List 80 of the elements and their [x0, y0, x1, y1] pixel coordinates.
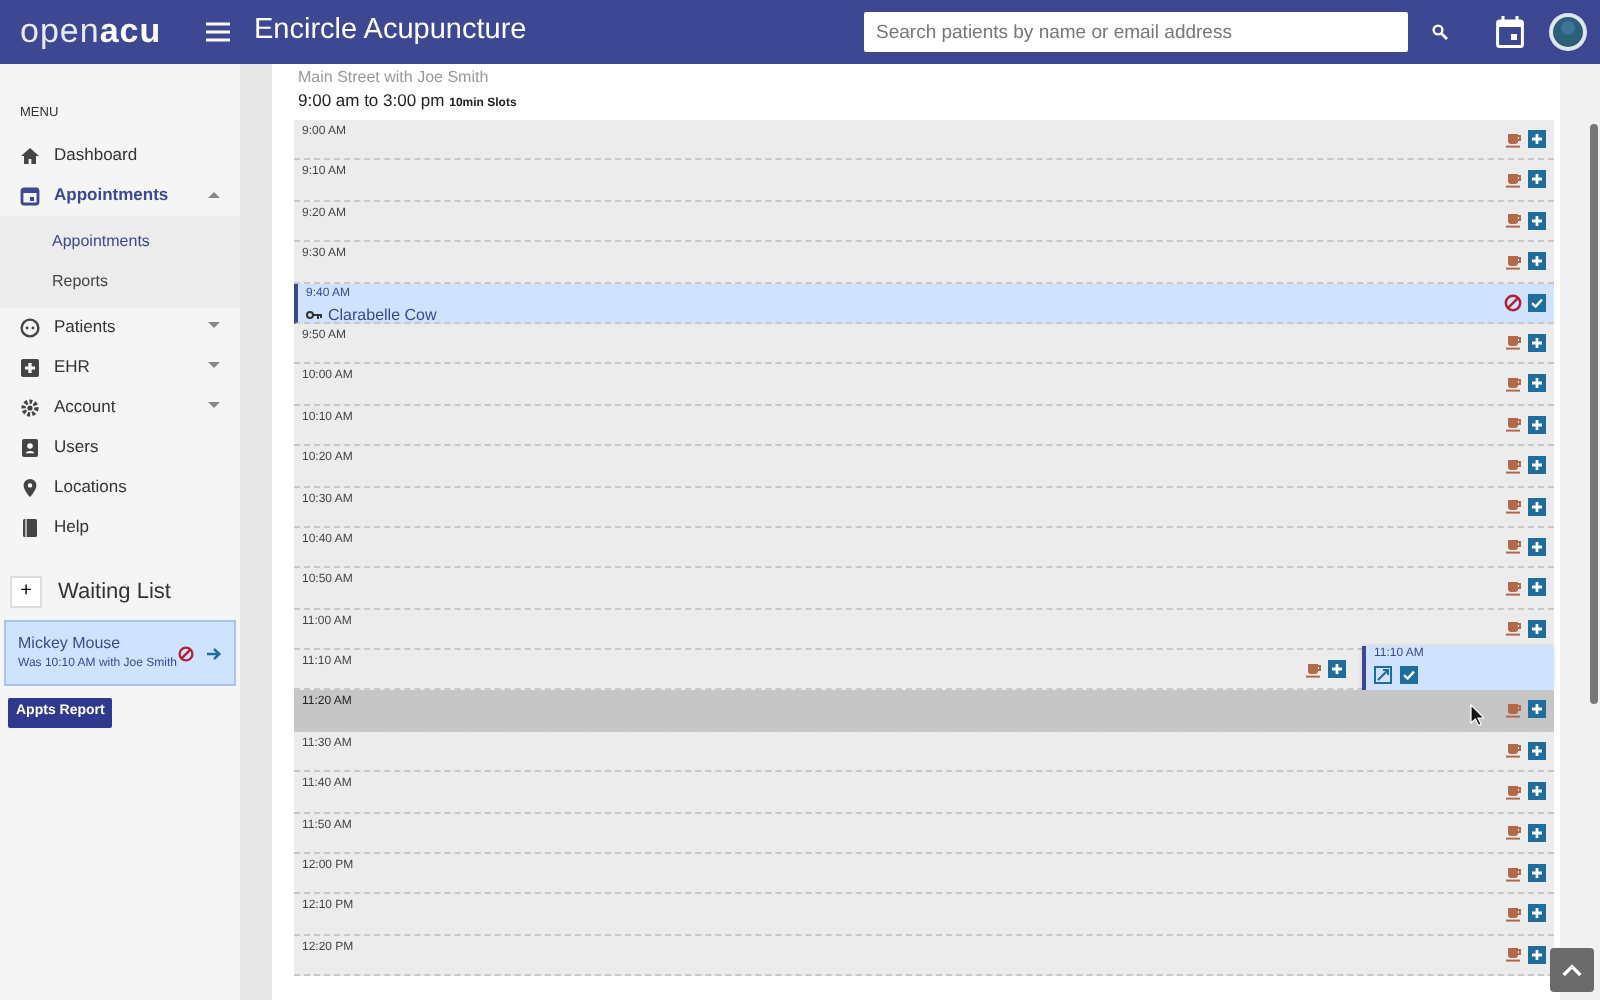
- chevron-up-icon: [1562, 962, 1582, 978]
- coffee-cup-icon[interactable]: [1506, 212, 1522, 229]
- app-logo[interactable]: openacu: [0, 6, 200, 58]
- coffee-cup-icon[interactable]: [1506, 416, 1522, 433]
- coffee-cup-icon[interactable]: [1306, 661, 1322, 678]
- coffee-cup-icon[interactable]: [1506, 253, 1522, 270]
- patient-name: Mickey Mouse: [18, 632, 123, 657]
- sidebar-item[interactable]: Users: [0, 427, 240, 468]
- add-appointment-icon[interactable]: [1528, 252, 1546, 271]
- add-appointment-icon[interactable]: [1528, 415, 1546, 434]
- add-button[interactable]: +: [10, 576, 42, 608]
- map-pin-icon: [20, 477, 40, 498]
- coffee-cup-icon[interactable]: [1506, 946, 1522, 963]
- gear-icon: [20, 397, 40, 418]
- add-appointment-icon[interactable]: [1528, 700, 1546, 719]
- add-appointment-icon[interactable]: [1528, 904, 1546, 923]
- add-appointment-icon[interactable]: [1528, 619, 1546, 638]
- sidebar-item[interactable]: Patients: [0, 307, 240, 348]
- coffee-cup-icon[interactable]: [1506, 538, 1522, 555]
- search-icon[interactable]: [1432, 24, 1448, 40]
- book-icon: [20, 517, 40, 538]
- coffee-cup-icon[interactable]: [1506, 131, 1522, 147]
- cancel-icon[interactable]: [1504, 293, 1522, 312]
- add-appointment-icon[interactable]: [1528, 537, 1546, 556]
- add-appointment-icon[interactable]: [1528, 945, 1546, 964]
- add-appointment-icon[interactable]: [1528, 170, 1546, 189]
- coffee-cup-icon[interactable]: [1506, 865, 1522, 882]
- coffee-cup-icon[interactable]: [1506, 579, 1522, 596]
- checkbox[interactable]: [1528, 293, 1546, 312]
- add-appointment-icon[interactable]: [1528, 864, 1546, 883]
- reschedule-icon[interactable]: [1374, 666, 1392, 685]
- add-appointment-icon[interactable]: [1528, 578, 1546, 597]
- coffee-cup-icon[interactable]: [1506, 905, 1522, 922]
- menu-icon[interactable]: [206, 22, 230, 42]
- add-appointment-icon[interactable]: [1528, 497, 1546, 516]
- add-appointment-icon[interactable]: [1528, 130, 1546, 148]
- sidebar-item[interactable]: EHR: [0, 347, 240, 388]
- sidebar-item[interactable]: Help: [0, 507, 240, 548]
- coffee-cup-icon[interactable]: [1506, 620, 1522, 637]
- schedule-subtitle: Main Street with Joe Smith: [296, 66, 491, 88]
- coffee-cup-icon[interactable]: [1506, 498, 1522, 515]
- face-icon: [20, 317, 40, 338]
- add-appointment-icon[interactable]: [1528, 741, 1546, 760]
- coffee-cup-icon[interactable]: [1506, 742, 1522, 759]
- arrow-right-icon[interactable]: [206, 645, 222, 662]
- coffee-cup-icon[interactable]: [1506, 375, 1522, 392]
- patient-name[interactable]: Clarabelle Cow: [328, 303, 437, 328]
- submenu-item[interactable]: Reports: [0, 261, 240, 302]
- sidebar-item[interactable]: Dashboard: [0, 135, 240, 176]
- medical-plus-icon: [20, 357, 40, 378]
- coffee-cup-icon[interactable]: [1506, 457, 1522, 474]
- coffee-cup-icon[interactable]: [1506, 334, 1522, 351]
- add-appointment-icon[interactable]: [1528, 333, 1546, 352]
- checkbox[interactable]: [1400, 666, 1418, 685]
- mouse-pointer-icon: [1470, 704, 1484, 726]
- calendar-icon[interactable]: [1496, 16, 1524, 48]
- sidebar-item[interactable]: Appointments: [0, 175, 240, 216]
- search-field[interactable]: Search patients by name or email address: [864, 12, 1408, 52]
- add-appointment-icon[interactable]: [1528, 823, 1546, 842]
- sidebar-item[interactable]: Locations: [0, 467, 240, 508]
- add-appointment-icon[interactable]: [1528, 211, 1546, 230]
- coffee-cup-icon[interactable]: [1506, 824, 1522, 841]
- cancel-icon[interactable]: [178, 645, 194, 662]
- coffee-cup-icon[interactable]: [1506, 783, 1522, 800]
- add-appointment-icon[interactable]: [1328, 660, 1346, 679]
- add-appointment-icon[interactable]: [1528, 374, 1546, 393]
- clinic-title: Encircle Acupuncture: [254, 12, 527, 51]
- calendar-icon: [20, 185, 40, 206]
- avatar-icon[interactable]: [1548, 12, 1588, 52]
- coffee-cup-icon[interactable]: [1506, 171, 1522, 188]
- scrollbar-thumb[interactable]: [1590, 124, 1598, 704]
- add-appointment-icon[interactable]: [1528, 782, 1546, 801]
- key-icon: [306, 310, 322, 321]
- home-icon: [20, 145, 40, 166]
- contact-card-icon: [20, 437, 40, 458]
- section-title: Waiting List: [58, 577, 171, 608]
- add-appointment-icon[interactable]: [1528, 456, 1546, 475]
- sidebar-item[interactable]: Account: [0, 387, 240, 428]
- scroll-to-top-button[interactable]: [1550, 948, 1594, 992]
- submenu-item[interactable]: Appointments: [0, 221, 240, 262]
